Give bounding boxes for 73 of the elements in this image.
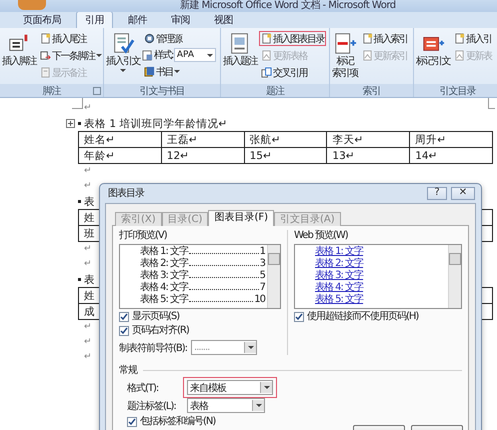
table-cell: 李天↵ — [326, 132, 410, 148]
field-label: 格式(T): — [127, 382, 160, 394]
preview-link[interactable]: 表格 2: 文字 — [315, 258, 364, 269]
page-number: 7 — [260, 282, 265, 294]
preview-entry: 表格 1: 文字 — [140, 246, 188, 258]
ribbon-small-button[interactable]: 插入引 — [452, 31, 494, 46]
page-number: 5 — [260, 270, 265, 282]
preview-link[interactable]: 表格 4: 文字 — [315, 282, 364, 293]
ribbon-large-button[interactable]: 标记引文 — [415, 31, 451, 84]
ribbon-tab[interactable]: 视图 — [205, 11, 242, 28]
group-label: 题注 — [266, 84, 284, 98]
ribbon-small-button[interactable]: 书目 — [142, 64, 216, 79]
ribbon-small-button[interactable]: 下一条脚注 — [38, 48, 104, 63]
group-label: 引文与书目 — [140, 84, 184, 98]
ribbon-small-button[interactable]: 插入索引 — [360, 31, 410, 46]
ribbon-tab[interactable]: 页面布局 — [14, 11, 70, 28]
paragraph-mark: ↵ — [84, 166, 92, 176]
ribbon-small-button[interactable]: 交叉引用 — [259, 65, 326, 80]
table-caption: 表格 1 培训班同学年龄情况↵ — [84, 116, 228, 130]
ribbon-tab[interactable]: 审阅 — [162, 11, 199, 28]
table-cell: 王磊↵ — [161, 132, 244, 148]
paragraph-mark: ↵ — [84, 352, 92, 362]
page-number: 10 — [254, 294, 265, 306]
preview-entry: 表格 3: 文字 — [140, 270, 188, 282]
close-button[interactable]: ✕ — [451, 186, 475, 200]
preview-link[interactable]: 表格 3: 文字 — [315, 270, 364, 281]
group-label: 脚注 — [42, 84, 60, 98]
ribbon-large-button[interactable]: 插入脚注 — [1, 31, 37, 84]
paragraph-mark: ↵ — [84, 322, 92, 332]
table-cell: 年龄↵ — [78, 148, 162, 164]
table-cell: 13↵ — [326, 148, 410, 164]
preview-link[interactable]: 表格 5: 文字 — [315, 294, 364, 305]
dropdown-field[interactable]: 来自模板 — [187, 380, 273, 395]
preview-entry: 表格 2: 文字 — [140, 258, 188, 270]
checkbox-label: 页码右对齐(R) — [132, 325, 189, 337]
checkbox-label: 包括标签和编号(N) — [140, 416, 216, 428]
style-dropdown[interactable]: APA — [174, 48, 216, 62]
ribbon-tab[interactable]: 邮件 — [119, 11, 156, 28]
table-caption: 表 — [84, 194, 95, 208]
style-label: 样式: — [154, 48, 173, 62]
paragraph-mark: ↵ — [84, 244, 92, 254]
page-number: 3 — [260, 258, 265, 270]
table-cell: 张航↵ — [244, 132, 327, 148]
table-cell: 周升↵ — [410, 132, 492, 148]
paragraph-mark: ↵ — [84, 259, 92, 269]
table-caption: 表 — [84, 272, 95, 286]
table-cell: 姓名↵ — [78, 132, 162, 148]
help-button[interactable]: ? — [427, 186, 447, 200]
group-label: 索引 — [362, 84, 380, 98]
web-preview-label: Web 预览(W) — [294, 230, 349, 242]
group-label: 引文目录 — [440, 84, 476, 98]
ribbon-tab[interactable]: 引用 — [76, 11, 113, 28]
section-title: 常规 — [119, 364, 137, 377]
dialog-tab[interactable]: 图表目录(F) — [208, 210, 274, 226]
ribbon-large-button[interactable]: 标记 索引项 — [331, 31, 358, 84]
field-label: 题注标签(L): — [127, 400, 177, 412]
checkbox-label: 使用超链接而不使用页码(H) — [307, 311, 418, 323]
tab-leader-label: 制表符前导符(B): — [119, 342, 188, 354]
paragraph-mark: ↵ — [84, 181, 92, 191]
ribbon-large-button[interactable]: 插入引文 — [105, 31, 141, 84]
paragraph-mark: ↵ — [84, 337, 92, 347]
table-cell: 12↵ — [161, 148, 244, 164]
page-number: 1 — [260, 246, 265, 258]
ribbon-large-button[interactable]: 插入题注 — [222, 31, 258, 84]
preview-link[interactable]: 表格 1: 文字 — [315, 246, 364, 257]
dialog-title: 图表目录 — [108, 186, 146, 200]
ribbon-small-button[interactable]: 插入图表目录 — [259, 31, 326, 46]
paragraph-mark: ↵ — [84, 103, 92, 113]
ribbon-small-button[interactable]: 管理源 — [142, 31, 216, 46]
ribbon-small-button[interactable]: 插入尾注 — [38, 31, 104, 46]
table-cell: 14↵ — [410, 148, 492, 164]
dropdown-field[interactable]: 表格 — [187, 398, 265, 413]
table-cell: 15↵ — [244, 148, 327, 164]
